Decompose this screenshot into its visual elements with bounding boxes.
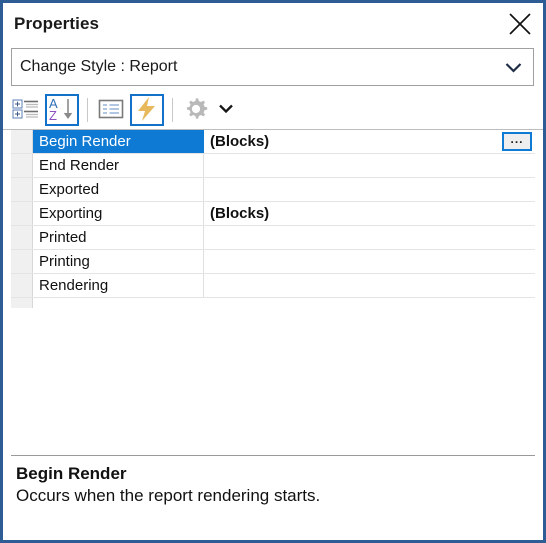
table-row[interactable]: Printing <box>11 250 535 274</box>
object-selector-combobox[interactable]: Change Style : Report <box>11 48 534 86</box>
settings-button[interactable] <box>179 94 213 126</box>
row-gutter <box>11 250 33 273</box>
event-value-cell[interactable]: (Blocks)... <box>204 130 535 153</box>
alphabetical-sort-button[interactable]: A Z <box>45 94 79 126</box>
event-name-cell[interactable]: End Render <box>33 154 204 177</box>
categorized-button[interactable] <box>9 94 43 126</box>
properties-list-icon <box>98 98 124 123</box>
toolbar-overflow-button[interactable] <box>215 95 237 125</box>
close-icon <box>509 13 531 35</box>
event-value-cell[interactable] <box>204 274 535 297</box>
svg-text:Z: Z <box>49 108 57 122</box>
event-name-cell[interactable]: Begin Render <box>33 130 204 153</box>
close-button[interactable] <box>504 8 536 40</box>
event-value-cell[interactable] <box>204 250 535 273</box>
table-row[interactable]: End Render <box>11 154 535 178</box>
event-value-cell[interactable] <box>204 154 535 177</box>
gear-icon <box>182 95 210 126</box>
properties-button[interactable] <box>94 94 128 126</box>
event-value-text: (Blocks) <box>210 205 270 222</box>
object-selector-value: Change Style : Report <box>20 58 178 75</box>
row-gutter <box>11 226 33 249</box>
sort-az-icon: A Z <box>48 96 76 125</box>
event-name-cell[interactable]: Exporting <box>33 202 204 225</box>
ellipsis-button[interactable]: ... <box>502 132 532 151</box>
row-gutter <box>11 130 33 153</box>
table-row[interactable]: Exporting (Blocks) <box>11 202 535 226</box>
grid-row-list: Begin Render (Blocks)... End Render Exporte… <box>11 130 535 298</box>
event-name-cell[interactable]: Printing <box>33 250 204 273</box>
description-panel: Begin Render Occurs when the report rend… <box>11 456 535 536</box>
event-value-cell[interactable] <box>204 226 535 249</box>
table-row[interactable]: Printed <box>11 226 535 250</box>
lightning-bolt-icon <box>135 96 159 125</box>
page-title: Properties <box>14 14 100 33</box>
event-value-text: (Blocks) <box>210 133 270 150</box>
row-gutter <box>11 202 33 225</box>
title-bar: Properties <box>3 3 543 45</box>
chevron-down-icon <box>218 101 234 119</box>
table-row[interactable]: Rendering <box>11 274 535 298</box>
row-gutter <box>11 154 33 177</box>
event-name-cell[interactable]: Rendering <box>33 274 204 297</box>
chevron-down-icon <box>505 62 522 73</box>
row-gutter <box>11 178 33 201</box>
event-name-cell[interactable]: Printed <box>33 226 204 249</box>
description-text: Occurs when the report rendering starts. <box>16 486 321 505</box>
event-name-cell[interactable]: Exported <box>33 178 204 201</box>
toolbar-separator <box>87 98 88 122</box>
row-gutter <box>11 274 33 297</box>
event-value-cell[interactable] <box>204 178 535 201</box>
description-title: Begin Render <box>16 464 127 483</box>
events-button[interactable] <box>130 94 164 126</box>
toolbar-separator <box>172 98 173 122</box>
properties-toolbar: A Z <box>3 91 543 129</box>
properties-panel: Properties Change Style : Report A Z Beg… <box>0 0 546 543</box>
events-grid: Begin Render (Blocks)... End Render Exporte… <box>3 130 543 454</box>
event-value-cell[interactable]: (Blocks) <box>204 202 535 225</box>
table-row[interactable]: Exported <box>11 178 535 202</box>
categorized-icon <box>12 97 40 124</box>
table-row[interactable]: Begin Render (Blocks)... <box>11 130 535 154</box>
